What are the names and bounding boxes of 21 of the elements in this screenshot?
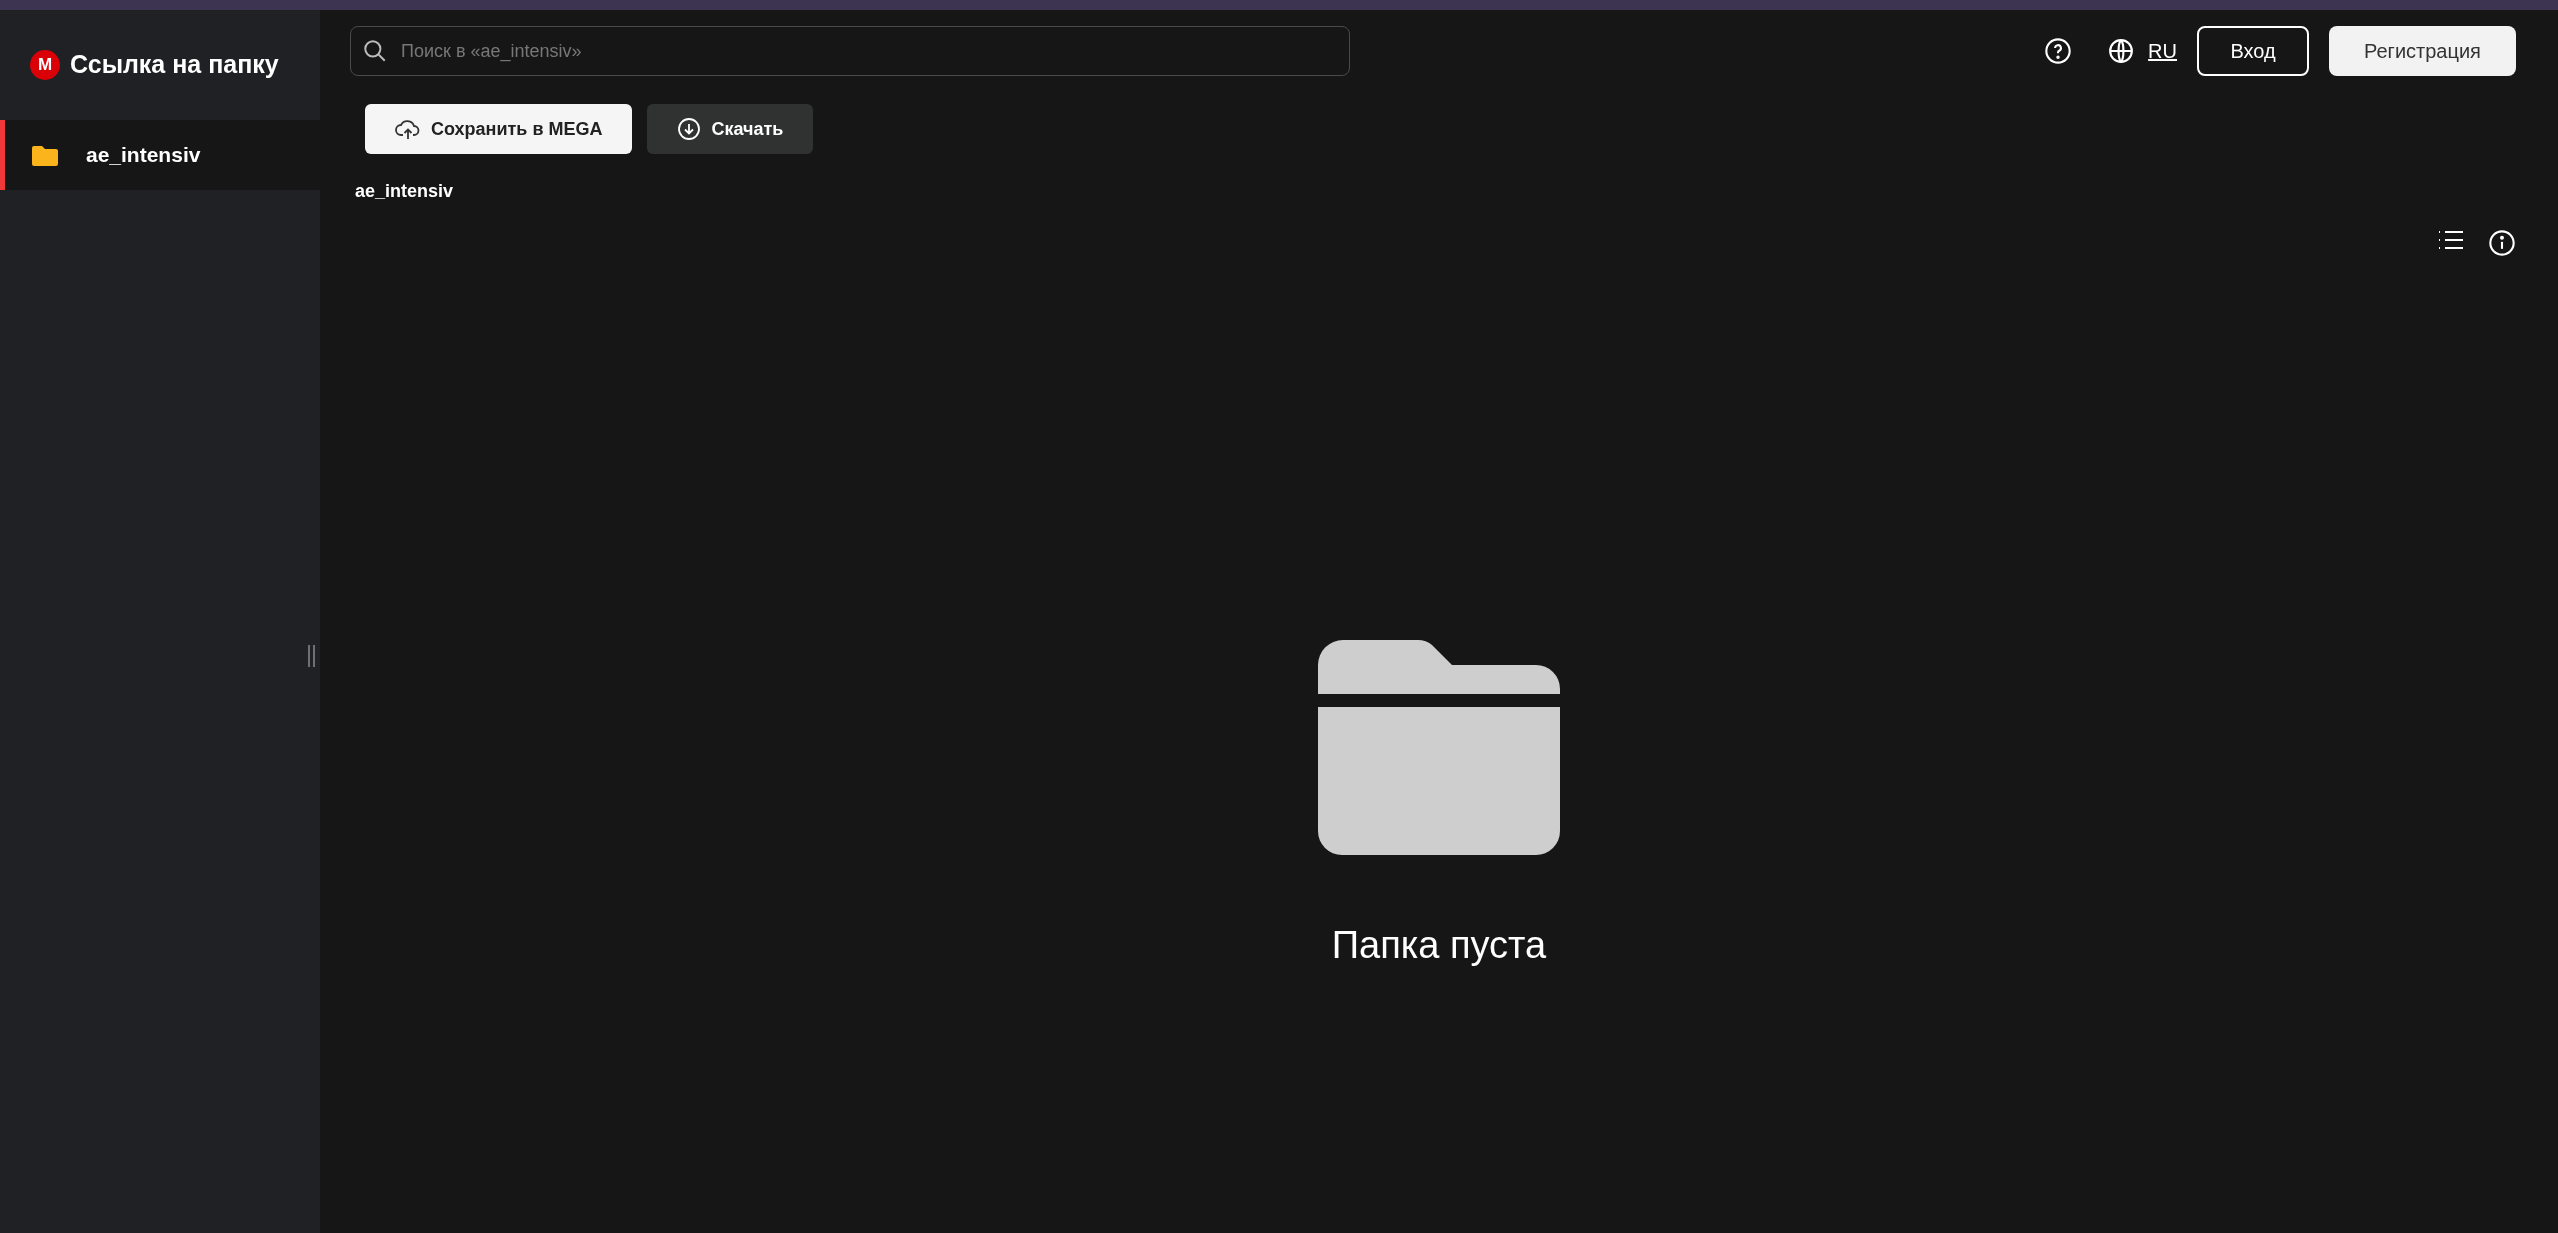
language-link[interactable]: RU bbox=[2148, 36, 2177, 66]
save-button[interactable]: Сохранить в MEGA bbox=[365, 104, 633, 154]
search-field[interactable]: Поиск в «ae_intensiv» bbox=[350, 26, 1350, 76]
help-icon[interactable] bbox=[2044, 37, 2073, 65]
globe-icon[interactable] bbox=[2108, 38, 2135, 64]
download-icon bbox=[677, 117, 702, 141]
folder-icon bbox=[1318, 640, 1560, 855]
register-button[interactable]: Регистрация bbox=[2329, 26, 2516, 76]
logo-icon: M bbox=[30, 50, 60, 80]
resize-handle-icon bbox=[308, 645, 316, 667]
folder-icon bbox=[32, 144, 58, 166]
sidebar-item[interactable]: ae_intensiv bbox=[0, 120, 320, 190]
cloud-upload-icon bbox=[395, 118, 421, 140]
breadcrumb[interactable]: ae_intensiv bbox=[355, 178, 454, 205]
download-button[interactable]: Скачать bbox=[647, 104, 814, 154]
login-button[interactable]: Вход bbox=[2197, 26, 2309, 76]
info-icon[interactable] bbox=[2488, 229, 2516, 257]
empty-folder-message: Папка пуста bbox=[1331, 923, 1547, 968]
list-view-icon[interactable] bbox=[2438, 229, 2464, 251]
sidebar-title: Ссылка на папку bbox=[70, 49, 279, 81]
search-icon bbox=[362, 38, 388, 64]
